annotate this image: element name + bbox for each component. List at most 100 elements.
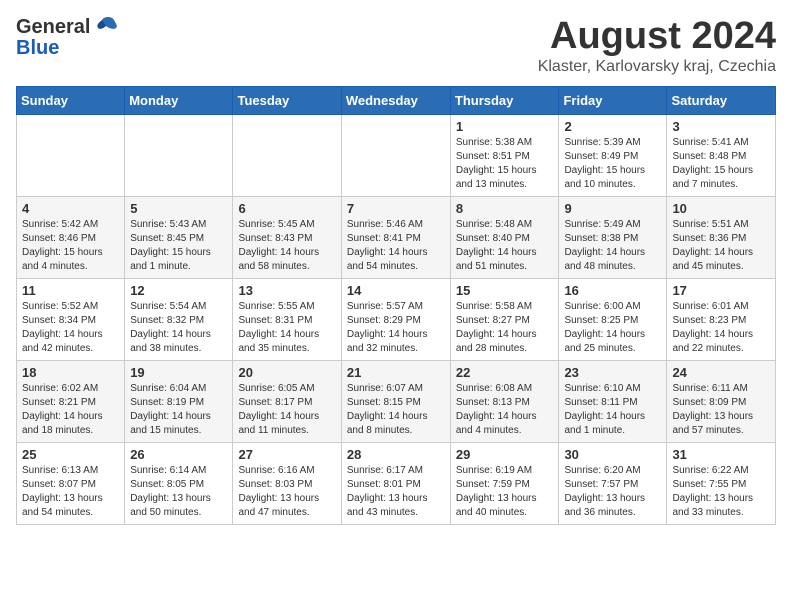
calendar-cell: 17Sunrise: 6:01 AM Sunset: 8:23 PM Dayli…: [667, 278, 776, 360]
day-info: Sunrise: 6:16 AM Sunset: 8:03 PM Dayligh…: [238, 464, 335, 520]
day-header-sunday: Sunday: [17, 86, 125, 114]
calendar-cell: 31 Sunrise: 6:22 AM Sunset: 7:55 PM Dayli…: [667, 442, 776, 524]
day-header-wednesday: Wednesday: [341, 86, 450, 114]
day-number: 8: [456, 201, 554, 216]
calendar-cell: 26Sunrise: 6:14 AM Sunset: 8:05 PM Dayli…: [125, 442, 233, 524]
day-number: 23: [564, 365, 661, 380]
day-info: Sunrise: 5:52 AM Sunset: 8:34 PM Dayligh…: [22, 300, 119, 356]
calendar-cell: 7Sunrise: 5:46 AM Sunset: 8:41 PM Daylig…: [341, 196, 450, 278]
day-info: Sunrise: 5:45 AM Sunset: 8:43 PM Dayligh…: [238, 218, 335, 274]
calendar-week-row: 11 Sunrise: 5:52 AM Sunset: 8:34 PM Dayli…: [17, 278, 776, 360]
day-number: 2: [564, 119, 661, 134]
day-info: Sunrise: 6:02 AM Sunset: 8:21 PM Dayligh…: [22, 382, 119, 438]
day-number: 25: [22, 447, 119, 462]
day-info: Sunrise: 5:55 AM Sunset: 8:31 PM Dayligh…: [238, 300, 335, 356]
day-info: Sunrise: 5:48 AM Sunset: 8:40 PM Dayligh…: [456, 218, 554, 274]
day-number: 3: [672, 119, 770, 134]
logo-blue-text: Blue: [16, 38, 118, 58]
day-info: Sunrise: 5:46 AM Sunset: 8:41 PM Dayligh…: [347, 218, 445, 274]
day-info: Sunrise: 5:38 AM Sunset: 8:51 PM Dayligh…: [456, 136, 554, 192]
day-info: Sunrise: 5:57 AM Sunset: 8:29 PM Dayligh…: [347, 300, 445, 356]
day-info: Sunrise: 5:58 AM Sunset: 8:27 PM Dayligh…: [456, 300, 554, 356]
day-info: Sunrise: 6:22 AM Sunset: 7:55 PM Dayligh…: [672, 464, 770, 520]
calendar-cell: 24Sunrise: 6:11 AM Sunset: 8:09 PM Dayli…: [667, 360, 776, 442]
day-number: 10: [672, 201, 770, 216]
calendar-table: SundayMondayTuesdayWednesdayThursdayFrid…: [16, 86, 776, 525]
day-number: 28: [347, 447, 445, 462]
calendar-cell: 1 Sunrise: 5:38 AM Sunset: 8:51 PM Daylig…: [450, 114, 559, 196]
calendar-week-row: 1 Sunrise: 5:38 AM Sunset: 8:51 PM Daylig…: [17, 114, 776, 196]
calendar-cell: 6 Sunrise: 5:45 AM Sunset: 8:43 PM Daylig…: [233, 196, 341, 278]
day-info: Sunrise: 6:01 AM Sunset: 8:23 PM Dayligh…: [672, 300, 770, 356]
day-info: Sunrise: 6:07 AM Sunset: 8:15 PM Dayligh…: [347, 382, 445, 438]
day-info: Sunrise: 6:14 AM Sunset: 8:05 PM Dayligh…: [130, 464, 227, 520]
calendar-cell: 22 Sunrise: 6:08 AM Sunset: 8:13 PM Dayli…: [450, 360, 559, 442]
calendar-cell: 16 Sunrise: 6:00 AM Sunset: 8:25 PM Dayli…: [559, 278, 667, 360]
day-number: 22: [456, 365, 554, 380]
calendar-cell: 28 Sunrise: 6:17 AM Sunset: 8:01 PM Dayli…: [341, 442, 450, 524]
calendar-cell: 29 Sunrise: 6:19 AM Sunset: 7:59 PM Dayli…: [450, 442, 559, 524]
day-info: Sunrise: 6:20 AM Sunset: 7:57 PM Dayligh…: [564, 464, 661, 520]
calendar-cell: 11 Sunrise: 5:52 AM Sunset: 8:34 PM Dayli…: [17, 278, 125, 360]
calendar-cell: 27Sunrise: 6:16 AM Sunset: 8:03 PM Dayli…: [233, 442, 341, 524]
calendar-cell: 15 Sunrise: 5:58 AM Sunset: 8:27 PM Dayli…: [450, 278, 559, 360]
day-header-saturday: Saturday: [667, 86, 776, 114]
day-info: Sunrise: 5:43 AM Sunset: 8:45 PM Dayligh…: [130, 218, 227, 274]
day-number: 5: [130, 201, 227, 216]
header-row: SundayMondayTuesdayWednesdayThursdayFrid…: [17, 86, 776, 114]
calendar-cell: [341, 114, 450, 196]
calendar-cell: 25 Sunrise: 6:13 AM Sunset: 8:07 PM Dayli…: [17, 442, 125, 524]
day-info: Sunrise: 6:11 AM Sunset: 8:09 PM Dayligh…: [672, 382, 770, 438]
day-number: 13: [238, 283, 335, 298]
day-header-thursday: Thursday: [450, 86, 559, 114]
calendar-cell: 18 Sunrise: 6:02 AM Sunset: 8:21 PM Dayli…: [17, 360, 125, 442]
day-number: 12: [130, 283, 227, 298]
calendar-cell: 9Sunrise: 5:49 AM Sunset: 8:38 PM Daylig…: [559, 196, 667, 278]
day-number: 1: [456, 119, 554, 134]
calendar-cell: 10 Sunrise: 5:51 AM Sunset: 8:36 PM Dayli…: [667, 196, 776, 278]
day-number: 16: [564, 283, 661, 298]
day-number: 11: [22, 283, 119, 298]
day-number: 6: [238, 201, 335, 216]
day-number: 29: [456, 447, 554, 462]
day-info: Sunrise: 6:08 AM Sunset: 8:13 PM Dayligh…: [456, 382, 554, 438]
day-info: Sunrise: 5:51 AM Sunset: 8:36 PM Dayligh…: [672, 218, 770, 274]
day-number: 9: [564, 201, 661, 216]
day-number: 21: [347, 365, 445, 380]
day-info: Sunrise: 6:00 AM Sunset: 8:25 PM Dayligh…: [564, 300, 661, 356]
day-info: Sunrise: 6:04 AM Sunset: 8:19 PM Dayligh…: [130, 382, 227, 438]
calendar-cell: 13 Sunrise: 5:55 AM Sunset: 8:31 PM Dayli…: [233, 278, 341, 360]
page-header: General Blue August 2024 Klaster, Karlov…: [16, 16, 776, 76]
day-info: Sunrise: 6:13 AM Sunset: 8:07 PM Dayligh…: [22, 464, 119, 520]
calendar-week-row: 25 Sunrise: 6:13 AM Sunset: 8:07 PM Dayli…: [17, 442, 776, 524]
day-info: Sunrise: 6:19 AM Sunset: 7:59 PM Dayligh…: [456, 464, 554, 520]
calendar-cell: 5 Sunrise: 5:43 AM Sunset: 8:45 PM Daylig…: [125, 196, 233, 278]
day-info: Sunrise: 5:42 AM Sunset: 8:46 PM Dayligh…: [22, 218, 119, 274]
day-header-monday: Monday: [125, 86, 233, 114]
title-block: August 2024 Klaster, Karlovarsky kraj, C…: [538, 16, 776, 76]
day-number: 30: [564, 447, 661, 462]
calendar-cell: 4Sunrise: 5:42 AM Sunset: 8:46 PM Daylig…: [17, 196, 125, 278]
calendar-location: Klaster, Karlovarsky kraj, Czechia: [538, 58, 776, 76]
calendar-cell: 2 Sunrise: 5:39 AM Sunset: 8:49 PM Daylig…: [559, 114, 667, 196]
calendar-cell: [125, 114, 233, 196]
calendar-title: August 2024: [538, 16, 776, 58]
day-number: 20: [238, 365, 335, 380]
day-info: Sunrise: 6:17 AM Sunset: 8:01 PM Dayligh…: [347, 464, 445, 520]
calendar-cell: [233, 114, 341, 196]
day-number: 18: [22, 365, 119, 380]
day-number: 31: [672, 447, 770, 462]
logo: General Blue: [16, 16, 118, 58]
logo-bird-icon: [92, 16, 118, 38]
logo-text: General Blue: [16, 16, 118, 58]
day-info: Sunrise: 6:10 AM Sunset: 8:11 PM Dayligh…: [564, 382, 661, 438]
day-header-friday: Friday: [559, 86, 667, 114]
calendar-week-row: 4Sunrise: 5:42 AM Sunset: 8:46 PM Daylig…: [17, 196, 776, 278]
day-info: Sunrise: 5:39 AM Sunset: 8:49 PM Dayligh…: [564, 136, 661, 192]
calendar-week-row: 18 Sunrise: 6:02 AM Sunset: 8:21 PM Dayli…: [17, 360, 776, 442]
calendar-cell: 21 Sunrise: 6:07 AM Sunset: 8:15 PM Dayli…: [341, 360, 450, 442]
calendar-cell: 12Sunrise: 5:54 AM Sunset: 8:32 PM Dayli…: [125, 278, 233, 360]
calendar-cell: 30 Sunrise: 6:20 AM Sunset: 7:57 PM Dayli…: [559, 442, 667, 524]
day-number: 15: [456, 283, 554, 298]
day-header-tuesday: Tuesday: [233, 86, 341, 114]
